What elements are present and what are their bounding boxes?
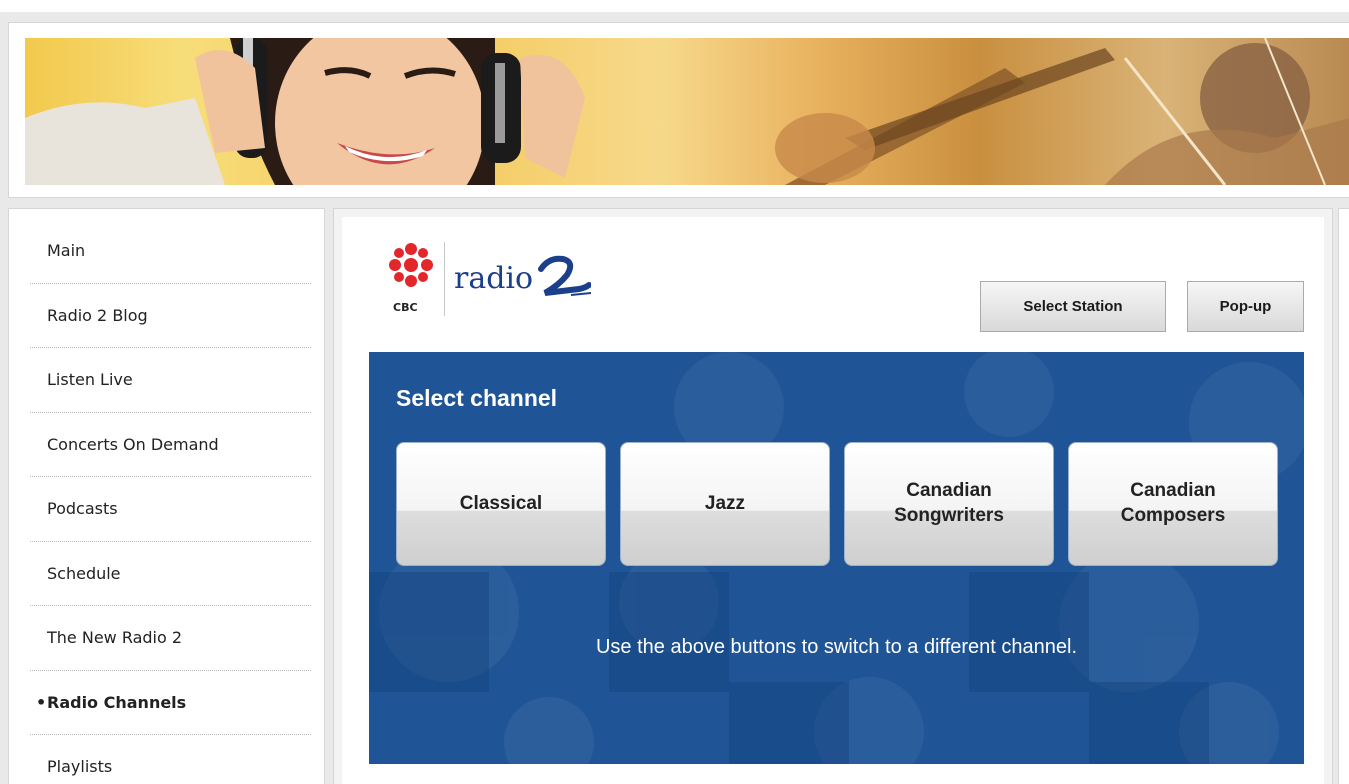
sidebar-item-podcasts[interactable]: Podcasts	[30, 477, 311, 542]
sidebar-item-label: The New Radio 2	[47, 628, 183, 648]
sidebar-item-label: Schedule	[47, 563, 121, 583]
active-bullet: •	[36, 692, 47, 712]
sidebar-item-label: Radio 2 Blog	[47, 305, 148, 325]
sidebar-frame: Main Radio 2 Blog Listen Live Concerts O…	[8, 208, 325, 784]
sidebar-item-label: Listen Live	[47, 370, 133, 390]
sidebar-item-label: Concerts On Demand	[47, 434, 219, 454]
main-frame: CBC radio Select Station Pop-up Select c…	[333, 208, 1333, 784]
cbc-gem-icon	[389, 243, 433, 287]
logo-divider	[444, 242, 445, 316]
sidebar-item-radio-2-blog[interactable]: Radio 2 Blog	[30, 284, 311, 348]
channel-panel: Select channel Classical Jazz Canadian S…	[369, 352, 1304, 764]
banner-photo	[25, 38, 1349, 185]
channel-hint-text: Use the above buttons to switch to a dif…	[595, 636, 1078, 658]
banner-illustration	[25, 38, 1349, 185]
sidebar-item-listen-live[interactable]: Listen Live	[30, 348, 311, 413]
select-channel-heading: Select channel	[396, 385, 558, 411]
sidebar-item-main[interactable]: Main	[30, 219, 311, 284]
main-content: CBC radio Select Station Pop-up Select c…	[342, 217, 1324, 784]
popup-button[interactable]: Pop-up	[1187, 281, 1304, 332]
select-station-button[interactable]: Select Station	[980, 281, 1166, 332]
sidebar-nav: Main Radio 2 Blog Listen Live Concerts O…	[30, 219, 311, 784]
channel-button-classical[interactable]: Classical	[396, 442, 606, 566]
sidebar-item-label: Playlists	[47, 757, 113, 777]
sidebar-item-label: Podcasts	[47, 499, 118, 519]
channel-button-jazz[interactable]: Jazz	[620, 442, 830, 566]
radio-wordmark: radio	[454, 261, 534, 296]
sidebar-item-label: Main	[47, 241, 86, 261]
channel-button-canadian-composers[interactable]: Canadian Composers	[1068, 442, 1278, 566]
right-column-frame	[1338, 208, 1349, 784]
sidebar-item-the-new-radio-2[interactable]: The New Radio 2	[30, 606, 311, 671]
cbc-wordmark: CBC	[393, 301, 418, 314]
top-strip	[0, 0, 1349, 12]
sidebar-item-radio-channels[interactable]: • Radio Channels	[30, 671, 311, 735]
sidebar-item-concerts-on-demand[interactable]: Concerts On Demand	[30, 413, 311, 477]
sidebar-item-label: Radio Channels	[47, 692, 187, 712]
cbc-radio-2-logo[interactable]: CBC radio	[381, 241, 621, 321]
channel-button-canadian-songwriters[interactable]: Canadian Songwriters	[844, 442, 1054, 566]
sidebar-item-schedule[interactable]: Schedule	[30, 542, 311, 606]
radio-2-numeral	[538, 255, 591, 296]
sidebar-item-playlists[interactable]: Playlists	[30, 735, 311, 784]
banner-frame	[8, 22, 1349, 198]
